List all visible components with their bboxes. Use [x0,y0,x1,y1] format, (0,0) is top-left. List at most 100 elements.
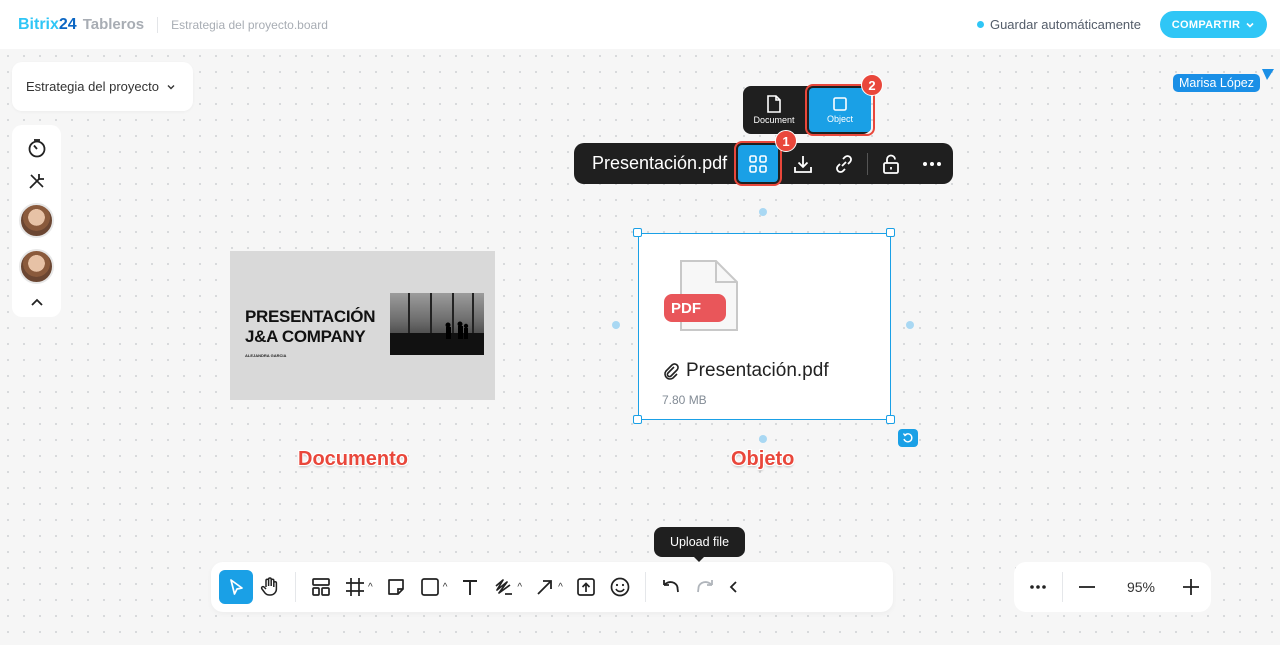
slide-title-line: PRESENTACIÓN [245,307,376,326]
collapse-toolbar-button[interactable] [722,570,746,604]
sticky-note-tool[interactable] [379,570,413,604]
square-icon [833,97,847,111]
shape-tool[interactable]: ^ [413,570,454,604]
document-label: Documento [298,448,408,470]
chevron-up-icon[interactable] [29,295,45,311]
brand-logo[interactable]: Bitrix24 Tableros [18,16,144,34]
slide-photo [390,293,484,355]
chevron-down-icon [1246,22,1254,28]
upload-file-tool[interactable] [569,570,603,604]
paperclip-icon [664,362,679,380]
brand-number: 24 [58,15,77,33]
file-size: 7.80 MB [662,393,707,407]
connector-dot-top[interactable] [759,208,767,216]
document-icon [767,95,781,113]
view-document-label: Document [753,115,795,125]
step-badge-1: 1 [775,130,797,152]
text-tool[interactable] [453,570,487,604]
lock-button[interactable] [870,143,912,184]
slide-title: PRESENTACIÓN J&A COMPANY [245,307,395,347]
resize-handle-top-right[interactable] [886,228,895,237]
text-icon [463,580,478,595]
square-icon [420,578,439,596]
view-mode-popup: Document Object [743,84,875,136]
redo-button[interactable] [688,570,722,604]
board-selector[interactable]: Estrategia del proyecto [12,62,193,111]
link-icon [836,154,853,173]
chevron-up-icon: ^ [368,581,373,593]
connector-dot-bottom[interactable] [759,435,767,443]
product-name: Tableros [82,15,145,33]
resize-handle-bottom-right[interactable] [886,415,895,424]
emoji-icon [610,577,630,597]
header-divider [157,16,159,33]
slide-title-line: J&A COMPANY [245,327,366,346]
slide-author: ALEJANDRA GARCIA [245,353,287,358]
more-options-button[interactable] [911,143,953,184]
minus-icon [1079,586,1095,588]
share-button[interactable]: COMPARTIR [1160,11,1267,38]
autosave-label: Guardar automáticamente [989,17,1141,32]
chevron-up-icon: ^ [442,581,448,593]
redo-icon [696,580,713,593]
chevron-down-icon [167,84,175,89]
frame-tool[interactable]: ^ [338,570,379,604]
view-object-option[interactable]: Object [805,84,875,136]
zoom-out-button[interactable] [1063,562,1111,612]
bottom-toolbar: ^ ^ ^ ^ [211,562,893,612]
resize-handle-bottom-left[interactable] [633,415,642,424]
undo-button[interactable] [654,570,688,604]
rotate-button[interactable] [898,429,918,447]
left-toolbar [12,125,61,317]
pdf-file-icon: PDF [664,260,738,331]
view-mode-button[interactable] [734,141,782,186]
layout-icon [312,578,330,596]
collaborator-label: Marisa López [1172,74,1260,92]
more-horizontal-icon [1030,585,1046,589]
object-context-toolbar: Presentación.pdf [574,141,953,186]
connector-dot-right[interactable] [906,321,914,329]
unlock-icon [882,154,899,174]
connector-tool[interactable]: ^ [528,570,569,604]
timer-icon[interactable] [26,137,48,159]
zoom-in-button[interactable] [1171,562,1211,612]
view-object-label: Object [826,114,853,124]
sticky-note-icon [387,579,404,595]
pdf-badge-text: PDF [671,300,701,317]
participant-avatar[interactable] [19,203,54,238]
resize-handle-top-left[interactable] [633,228,642,237]
select-tool[interactable] [219,570,253,604]
file-object-card[interactable]: PDF Presentación.pdf 7.80 MB [638,233,891,420]
templates-tool[interactable] [304,570,338,604]
copy-link-button[interactable] [823,143,865,184]
top-bar: Bitrix24 Tableros Estrategia del proyect… [0,0,1280,49]
autosave-status: Guardar automáticamente [976,17,1141,32]
file-title: Estrategia del proyecto.board [171,17,328,32]
pen-icon [495,579,513,595]
rotate-icon [902,433,913,443]
zoom-more-button[interactable] [1014,562,1062,612]
object-label: Objeto [731,448,795,470]
chevron-left-icon [729,581,737,593]
participant-avatar[interactable] [19,249,54,284]
upload-file-tooltip: Upload file [654,527,745,562]
arrow-icon [537,580,553,595]
emoji-tool[interactable] [603,570,637,604]
file-name: Presentación.pdf [663,360,829,382]
board-selector-label: Estrategia del proyecto [26,79,159,94]
chevron-up-icon: ^ [558,581,563,593]
document-preview[interactable]: PRESENTACIÓN J&A COMPANY ALEJANDRA GARCI… [230,251,495,400]
view-document-option[interactable]: Document [743,86,805,134]
frame-icon [346,578,364,596]
toolbar-divider [866,152,868,175]
undo-icon [662,580,679,593]
upload-icon [576,578,595,596]
laser-pointer-icon[interactable] [26,170,48,192]
pen-tool[interactable]: ^ [487,570,528,604]
toolbar-divider [644,572,646,602]
toolbar-divider [295,572,296,602]
hand-tool[interactable] [253,570,287,604]
connector-dot-left[interactable] [612,321,620,329]
download-icon [793,155,812,173]
zoom-level[interactable]: 95% [1111,579,1171,595]
